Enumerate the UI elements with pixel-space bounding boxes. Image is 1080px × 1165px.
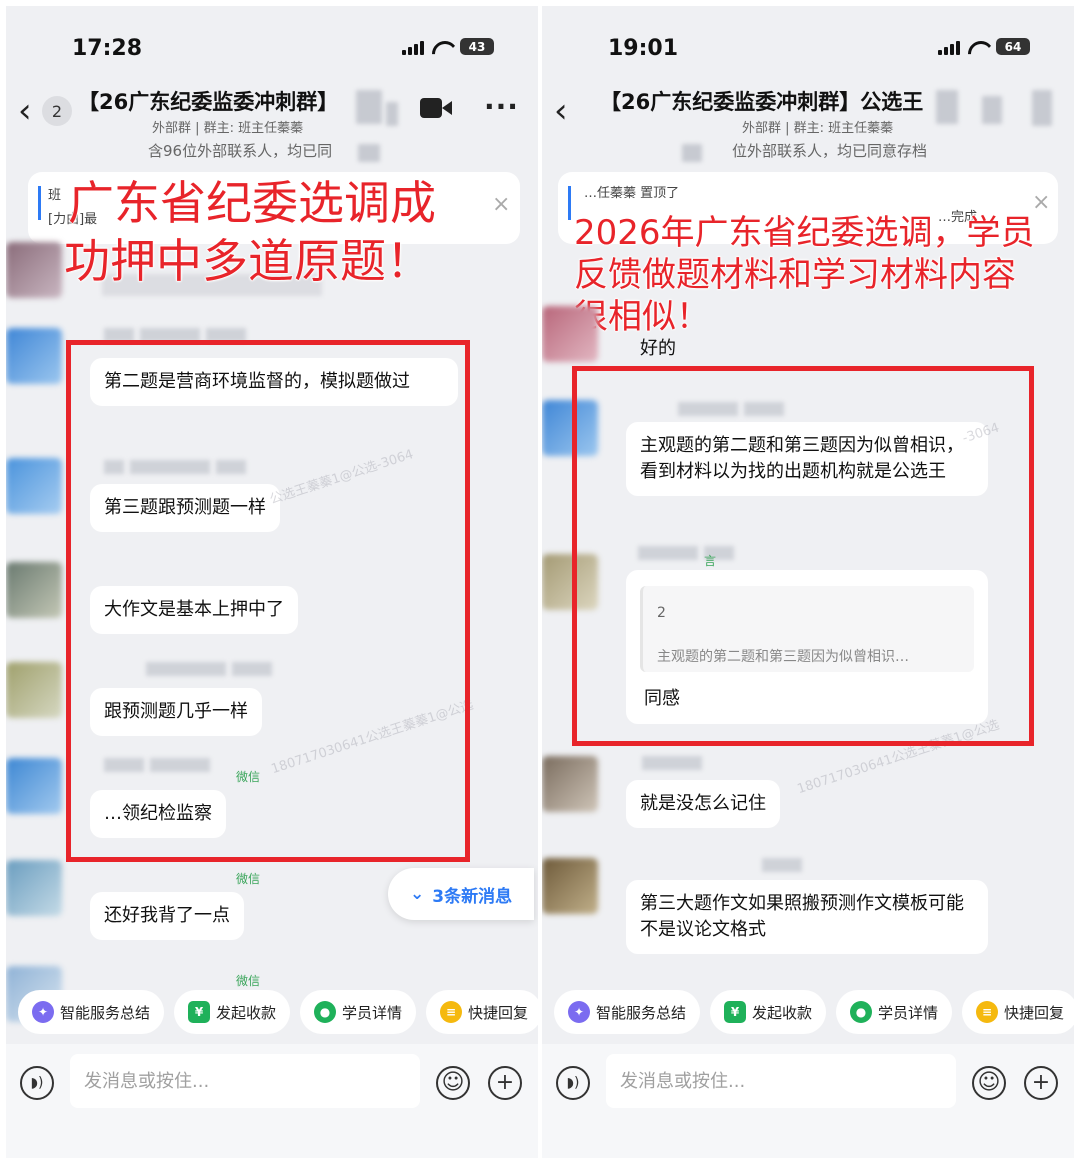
input-bar: ◗) ☺ + [542, 1044, 1074, 1158]
wechat-tag: 微信 [236, 974, 261, 988]
avatar[interactable] [542, 858, 598, 914]
voice-icon[interactable]: ◗) [556, 1066, 590, 1100]
signal-icon [402, 39, 424, 55]
quick-action-bar: ✦ 智能服务总结 ¥ 发起收款 ● 学员详情 ≡ 快捷回复 [6, 990, 538, 1040]
overlay-caption-line2: 反馈做题材料和学习材料内容 [574, 255, 1017, 296]
unread-badge: 2 [42, 96, 72, 126]
student-detail-button[interactable]: ● 学员详情 [300, 990, 417, 1034]
message-input[interactable] [606, 1054, 956, 1108]
back-icon[interactable]: ‹ [18, 94, 32, 128]
chat-subtitle-members: 位外部联系人，均已同意存档 [732, 142, 928, 160]
sparkle-icon: ✦ [568, 1001, 590, 1023]
yen-shield-icon: ¥ [724, 1001, 747, 1023]
quick-reply-button[interactable]: ≡ 快捷回复 [962, 990, 1074, 1034]
user-icon: ● [850, 1001, 873, 1023]
status-icons: 43 [402, 38, 494, 55]
left-screenshot: 17:28 43 ‹ 2 【26广东纪委监委冲刺群】 ··· 外部群 | 群主:… [6, 6, 538, 1158]
chat-subtitle-group: 外部群 | 群主: 班主任蓁蓁 [742, 121, 894, 136]
close-icon[interactable]: × [1032, 190, 1050, 215]
summary-button[interactable]: ✦ 智能服务总结 [18, 990, 165, 1034]
new-messages-button[interactable]: ⌄ 3条新消息 [388, 868, 534, 920]
message-input[interactable] [70, 1054, 420, 1108]
voice-icon[interactable]: ◗) [20, 1066, 54, 1100]
overlay-caption-line2: 功押中多道原题！ [64, 234, 433, 289]
avatar[interactable] [542, 306, 598, 362]
status-time: 17:28 [72, 36, 143, 61]
emoji-icon[interactable]: ☺ [436, 1066, 470, 1100]
payment-button[interactable]: ¥ 发起收款 [710, 990, 827, 1034]
overlay-caption-line1: 2026年广东省纪委选调，学员 [574, 213, 1036, 254]
avatar[interactable] [6, 458, 62, 514]
highlight-box [572, 366, 1034, 746]
status-time: 19:01 [608, 36, 679, 61]
plus-icon[interactable]: + [1024, 1066, 1058, 1100]
plus-icon[interactable]: + [488, 1066, 522, 1100]
back-icon[interactable]: ‹ [554, 94, 568, 128]
right-screenshot: 19:01 64 ‹ 【26广东纪委监委冲刺群】公选王 外部群 | 群主: 班主… [542, 6, 1074, 1158]
avatar[interactable] [6, 562, 62, 618]
avatar[interactable] [6, 758, 62, 814]
new-messages-label: 3条新消息 [432, 886, 513, 907]
user-icon: ● [314, 1001, 337, 1023]
chat-subtitle-group: 外部群 | 群主: 班主任蓁蓁 [152, 121, 304, 136]
wifi-icon [967, 39, 989, 55]
message-text[interactable]: 好的 [640, 334, 676, 360]
input-bar: ◗) ☺ + [6, 1044, 538, 1158]
avatar[interactable] [542, 756, 598, 812]
yen-shield-icon: ¥ [188, 1001, 211, 1023]
highlight-box [66, 340, 470, 862]
battery-icon: 64 [996, 38, 1030, 55]
message-bubble[interactable]: 还好我背了一点 [90, 892, 244, 940]
avatar[interactable] [6, 860, 62, 916]
avatar[interactable] [6, 242, 62, 298]
chat-subtitle-members: 含96位外部联系人，均已同 [148, 142, 333, 160]
emoji-icon[interactable]: ☺ [972, 1066, 1006, 1100]
message-bubble[interactable]: 第三大题作文如果照搬预测作文模板可能不是议论文格式 [626, 880, 988, 954]
wechat-tag: 微信 [236, 872, 261, 886]
avatar[interactable] [6, 662, 62, 718]
more-icon[interactable]: ··· [484, 90, 519, 123]
avatar[interactable] [6, 328, 62, 384]
overlay-caption-line1: 广东省纪委选调成 [68, 176, 437, 231]
student-detail-button[interactable]: ● 学员详情 [836, 990, 953, 1034]
video-call-icon[interactable] [420, 98, 452, 118]
chat-title[interactable]: 【26广东纪委监委冲刺群】 [78, 86, 338, 116]
quick-action-bar: ✦ 智能服务总结 ¥ 发起收款 ● 学员详情 ≡ 快捷回复 [542, 990, 1074, 1040]
sparkle-icon: ✦ [32, 1001, 54, 1023]
close-icon[interactable]: × [492, 192, 510, 217]
quick-reply-button[interactable]: ≡ 快捷回复 [426, 990, 538, 1034]
chat-icon: ≡ [440, 1001, 463, 1023]
chat-icon: ≡ [976, 1001, 999, 1023]
wifi-icon [431, 39, 453, 55]
battery-icon: 43 [460, 38, 494, 55]
message-bubble[interactable]: 就是没怎么记住 [626, 780, 780, 828]
summary-button[interactable]: ✦ 智能服务总结 [554, 990, 701, 1034]
double-chevron-down-icon: ⌄ [410, 884, 425, 904]
signal-icon [938, 39, 960, 55]
status-icons: 64 [938, 38, 1030, 55]
chat-title[interactable]: 【26广东纪委监委冲刺群】公选王 [600, 86, 923, 116]
payment-button[interactable]: ¥ 发起收款 [174, 990, 291, 1034]
notice-line1: …任蓁蓁 置顶了 [584, 186, 680, 201]
